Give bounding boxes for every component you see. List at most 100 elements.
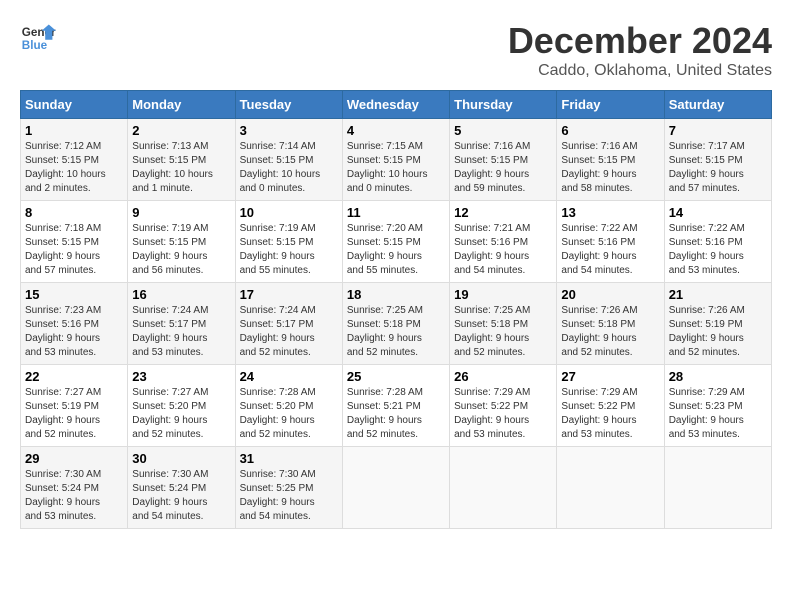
day-info: Sunrise: 7:22 AMSunset: 5:16 PMDaylight:… (561, 222, 659, 278)
day-number: 4 (347, 123, 445, 138)
day-info: Sunrise: 7:26 AMSunset: 5:18 PMDaylight:… (561, 304, 659, 360)
day-info: Sunrise: 7:25 AMSunset: 5:18 PMDaylight:… (454, 304, 552, 360)
col-tuesday: Tuesday (235, 91, 342, 119)
header: General Blue December 2024 Caddo, Oklaho… (20, 20, 772, 80)
day-number: 3 (240, 123, 338, 138)
day-info: Sunrise: 7:30 AMSunset: 5:24 PMDaylight:… (25, 468, 123, 524)
calendar-cell: 22Sunrise: 7:27 AMSunset: 5:19 PMDayligh… (21, 365, 128, 447)
day-number: 11 (347, 205, 445, 220)
day-info: Sunrise: 7:24 AMSunset: 5:17 PMDaylight:… (240, 304, 338, 360)
calendar-table: Sunday Monday Tuesday Wednesday Thursday… (20, 90, 772, 529)
calendar-cell: 16 Sunrise: 7:24 AMSunset: 5:17 PMDayligh… (128, 283, 235, 365)
day-info: Sunrise: 7:23 AMSunset: 5:16 PMDaylight:… (25, 304, 123, 360)
calendar-cell: 28Sunrise: 7:29 AMSunset: 5:23 PMDayligh… (664, 365, 771, 447)
calendar-cell (342, 447, 449, 529)
day-info: Sunrise: 7:21 AMSunset: 5:16 PMDaylight:… (454, 222, 552, 278)
col-friday: Friday (557, 91, 664, 119)
day-info: Sunrise: 7:26 AMSunset: 5:19 PMDaylight:… (669, 304, 767, 360)
day-info: Sunrise: 7:29 AMSunset: 5:22 PMDaylight:… (454, 386, 552, 442)
day-number: 25 (347, 369, 445, 384)
day-info: Sunrise: 7:29 AMSunset: 5:23 PMDaylight:… (669, 386, 767, 442)
day-info: Sunrise: 7:14 AMSunset: 5:15 PMDaylight:… (240, 140, 338, 196)
calendar-cell: 31Sunrise: 7:30 AMSunset: 5:25 PMDayligh… (235, 447, 342, 529)
calendar-cell: 15 Sunrise: 7:23 AMSunset: 5:16 PMDayligh… (21, 283, 128, 365)
calendar-cell: 3 Sunrise: 7:14 AMSunset: 5:15 PMDaylight… (235, 119, 342, 201)
col-wednesday: Wednesday (342, 91, 449, 119)
calendar-cell: 11 Sunrise: 7:20 AMSunset: 5:15 PMDayligh… (342, 201, 449, 283)
day-info: Sunrise: 7:30 AMSunset: 5:24 PMDaylight:… (132, 468, 230, 524)
day-info: Sunrise: 7:24 AMSunset: 5:17 PMDaylight:… (132, 304, 230, 360)
calendar-cell: 19 Sunrise: 7:25 AMSunset: 5:18 PMDayligh… (450, 283, 557, 365)
day-info: Sunrise: 7:25 AMSunset: 5:18 PMDaylight:… (347, 304, 445, 360)
calendar-cell: 10Sunrise: 7:19 AMSunset: 5:15 PMDayligh… (235, 201, 342, 283)
calendar-cell: 13 Sunrise: 7:22 AMSunset: 5:16 PMDayligh… (557, 201, 664, 283)
day-number: 14 (669, 205, 767, 220)
day-number: 27 (561, 369, 659, 384)
day-number: 9 (132, 205, 230, 220)
day-number: 6 (561, 123, 659, 138)
header-row: Sunday Monday Tuesday Wednesday Thursday… (21, 91, 772, 119)
calendar-cell: 17Sunrise: 7:24 AMSunset: 5:17 PMDayligh… (235, 283, 342, 365)
day-number: 30 (132, 451, 230, 466)
day-number: 21 (669, 287, 767, 302)
day-info: Sunrise: 7:16 AMSunset: 5:15 PMDaylight:… (454, 140, 552, 196)
day-info: Sunrise: 7:28 AMSunset: 5:20 PMDaylight:… (240, 386, 338, 442)
calendar-cell: 27 Sunrise: 7:29 AMSunset: 5:22 PMDayligh… (557, 365, 664, 447)
calendar-cell: 30 Sunrise: 7:30 AMSunset: 5:24 PMDayligh… (128, 447, 235, 529)
day-info: Sunrise: 7:22 AMSunset: 5:16 PMDaylight:… (669, 222, 767, 278)
day-info: Sunrise: 7:17 AMSunset: 5:15 PMDaylight:… (669, 140, 767, 196)
day-info: Sunrise: 7:19 AMSunset: 5:15 PMDaylight:… (132, 222, 230, 278)
calendar-cell: 8 Sunrise: 7:18 AMSunset: 5:15 PMDaylight… (21, 201, 128, 283)
col-monday: Monday (128, 91, 235, 119)
calendar-cell: 4 Sunrise: 7:15 AMSunset: 5:15 PMDaylight… (342, 119, 449, 201)
day-info: Sunrise: 7:18 AMSunset: 5:15 PMDaylight:… (25, 222, 123, 278)
calendar-week-2: 8 Sunrise: 7:18 AMSunset: 5:15 PMDaylight… (21, 201, 772, 283)
day-number: 10 (240, 205, 338, 220)
month-title: December 2024 (508, 20, 772, 62)
location-subtitle: Caddo, Oklahoma, United States (508, 62, 772, 80)
logo-icon: General Blue (20, 20, 56, 56)
day-number: 23 (132, 369, 230, 384)
day-info: Sunrise: 7:20 AMSunset: 5:15 PMDaylight:… (347, 222, 445, 278)
day-info: Sunrise: 7:29 AMSunset: 5:22 PMDaylight:… (561, 386, 659, 442)
calendar-cell: 29Sunrise: 7:30 AMSunset: 5:24 PMDayligh… (21, 447, 128, 529)
day-number: 18 (347, 287, 445, 302)
day-number: 13 (561, 205, 659, 220)
calendar-cell: 6 Sunrise: 7:16 AMSunset: 5:15 PMDaylight… (557, 119, 664, 201)
calendar-cell: 12 Sunrise: 7:21 AMSunset: 5:16 PMDayligh… (450, 201, 557, 283)
day-info: Sunrise: 7:15 AMSunset: 5:15 PMDaylight:… (347, 140, 445, 196)
day-info: Sunrise: 7:16 AMSunset: 5:15 PMDaylight:… (561, 140, 659, 196)
day-number: 16 (132, 287, 230, 302)
day-number: 19 (454, 287, 552, 302)
logo: General Blue (20, 20, 56, 56)
calendar-cell (557, 447, 664, 529)
day-number: 12 (454, 205, 552, 220)
calendar-cell: 24 Sunrise: 7:28 AMSunset: 5:20 PMDayligh… (235, 365, 342, 447)
day-info: Sunrise: 7:12 AMSunset: 5:15 PMDaylight:… (25, 140, 123, 196)
calendar-cell: 5Sunrise: 7:16 AMSunset: 5:15 PMDaylight… (450, 119, 557, 201)
svg-text:Blue: Blue (22, 39, 48, 52)
calendar-cell: 23Sunrise: 7:27 AMSunset: 5:20 PMDayligh… (128, 365, 235, 447)
calendar-week-3: 15 Sunrise: 7:23 AMSunset: 5:16 PMDayligh… (21, 283, 772, 365)
day-number: 7 (669, 123, 767, 138)
calendar-cell: 14 Sunrise: 7:22 AMSunset: 5:16 PMDayligh… (664, 201, 771, 283)
calendar-cell: 20 Sunrise: 7:26 AMSunset: 5:18 PMDayligh… (557, 283, 664, 365)
day-number: 8 (25, 205, 123, 220)
day-number: 15 (25, 287, 123, 302)
col-saturday: Saturday (664, 91, 771, 119)
day-info: Sunrise: 7:13 AMSunset: 5:15 PMDaylight:… (132, 140, 230, 196)
calendar-cell: 26Sunrise: 7:29 AMSunset: 5:22 PMDayligh… (450, 365, 557, 447)
day-info: Sunrise: 7:27 AMSunset: 5:19 PMDaylight:… (25, 386, 123, 442)
calendar-cell: 1Sunrise: 7:12 AMSunset: 5:15 PMDaylight… (21, 119, 128, 201)
day-number: 24 (240, 369, 338, 384)
calendar-cell: 9 Sunrise: 7:19 AMSunset: 5:15 PMDaylight… (128, 201, 235, 283)
day-number: 2 (132, 123, 230, 138)
day-number: 20 (561, 287, 659, 302)
calendar-week-1: 1Sunrise: 7:12 AMSunset: 5:15 PMDaylight… (21, 119, 772, 201)
calendar-cell: 7 Sunrise: 7:17 AMSunset: 5:15 PMDaylight… (664, 119, 771, 201)
calendar-cell: 18 Sunrise: 7:25 AMSunset: 5:18 PMDayligh… (342, 283, 449, 365)
calendar-cell (450, 447, 557, 529)
calendar-cell: 2 Sunrise: 7:13 AMSunset: 5:15 PMDaylight… (128, 119, 235, 201)
calendar-cell: 25Sunrise: 7:28 AMSunset: 5:21 PMDayligh… (342, 365, 449, 447)
title-section: December 2024 Caddo, Oklahoma, United St… (508, 20, 772, 80)
